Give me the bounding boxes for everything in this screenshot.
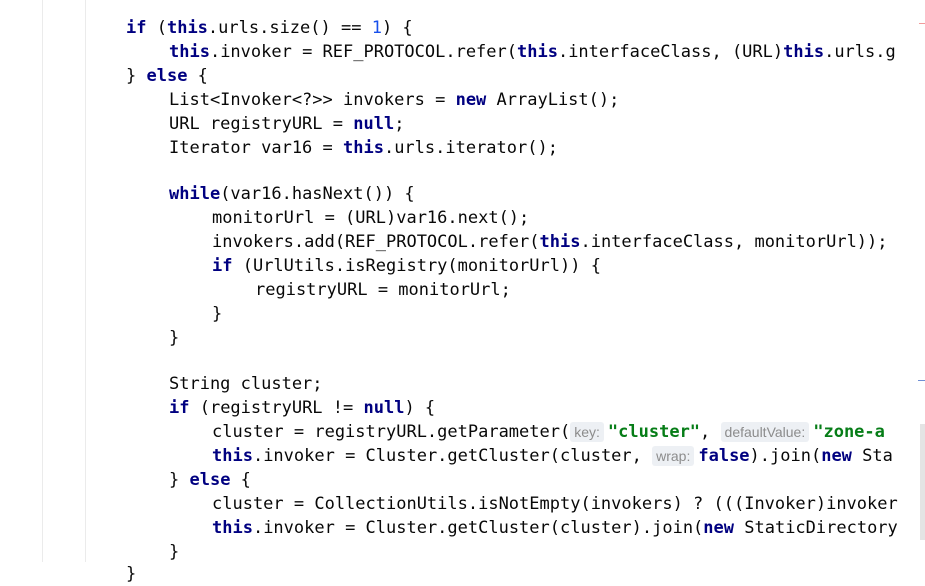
- code-line-4: List<Invoker<?>> invokers = new ArrayLis…: [169, 88, 619, 112]
- code-line-16: cluster = registryURL.getParameter(key: "…: [212, 420, 885, 444]
- code-line-6: Iterator var16 = this.urls.iterator();: [169, 136, 558, 160]
- code-text: (var16.hasNext()) {: [220, 184, 415, 204]
- keyword: this: [783, 42, 825, 62]
- keyword: if: [212, 256, 233, 276]
- code-text: .interfaceClass, (URL): [557, 42, 784, 62]
- code-text: (registryURL !=: [189, 398, 364, 418]
- code-text: Iterator var16 =: [169, 138, 343, 158]
- code-text: URL registryURL =: [169, 114, 354, 134]
- code-line-20: this.invoker = Cluster.getCluster(cluste…: [212, 516, 898, 540]
- code-text: .urls.iterator();: [383, 138, 558, 158]
- code-text: ,: [700, 422, 721, 442]
- code-text: ).join(: [749, 446, 822, 466]
- number-literal: 1: [371, 18, 382, 38]
- param-hint-key: key:: [570, 422, 604, 442]
- code-text: }: [169, 470, 190, 490]
- code-text: StaticDirectory: [734, 518, 898, 538]
- code-line-3: } else {: [126, 64, 208, 88]
- code-text: ;: [394, 114, 405, 134]
- code-text: monitorUrl = (URL)var16.next();: [212, 208, 530, 228]
- keyword: false: [698, 446, 750, 466]
- code-text: {: [187, 66, 208, 86]
- code-line-8: monitorUrl = (URL)var16.next();: [212, 206, 529, 230]
- param-hint-default: defaultValue:: [720, 422, 810, 442]
- code-editor[interactable]: if (this.urls.size() == 1) { this.invoke…: [0, 0, 925, 584]
- keyword: while: [169, 184, 221, 204]
- code-text: .urls.size() ==: [207, 18, 372, 38]
- keyword: new: [703, 518, 735, 538]
- code-text: ) {: [381, 18, 413, 38]
- code-line-2: this.invoker = REF_PROTOCOL.refer(this.i…: [169, 40, 896, 64]
- code-text: }: [126, 66, 147, 86]
- keyword: this: [212, 518, 253, 538]
- code-line-21: }: [169, 540, 179, 564]
- code-line-13: }: [169, 326, 179, 350]
- code-text: invokers.add(REF_PROTOCOL.refer(: [212, 232, 540, 252]
- code-text: Sta: [851, 446, 893, 466]
- code-text: List<Invoker<?>> invokers =: [169, 90, 456, 110]
- keyword: this: [343, 138, 384, 158]
- code-text: }: [212, 304, 223, 324]
- keyword: else: [189, 470, 231, 490]
- keyword: new: [821, 446, 852, 466]
- code-text: String cluster;: [169, 374, 323, 394]
- keyword: this: [166, 18, 208, 38]
- code-text: .invoker = REF_PROTOCOL.refer(: [209, 42, 517, 62]
- code-line-11: registryURL = monitorUrl;: [255, 278, 511, 302]
- code-text: ) {: [404, 398, 436, 418]
- keyword: this: [169, 42, 210, 62]
- code-text: (: [146, 18, 167, 38]
- keyword: new: [455, 90, 487, 110]
- code-line-15: if (registryURL != null) {: [169, 396, 435, 420]
- keyword: null: [353, 114, 395, 134]
- code-text: cluster = CollectionUtils.isNotEmpty(inv…: [212, 494, 898, 514]
- param-hint-wrap: wrap:: [652, 446, 695, 466]
- code-line-5: URL registryURL = null;: [169, 112, 404, 136]
- keyword: else: [146, 66, 188, 86]
- code-text: }: [169, 328, 180, 348]
- code-line-12: }: [212, 302, 222, 326]
- code-text: }: [169, 542, 180, 562]
- code-text: (UrlUtils.isRegistry(monitorUrl)) {: [232, 256, 601, 276]
- code-text: registryURL = monitorUrl;: [255, 280, 511, 300]
- code-line-19: cluster = CollectionUtils.isNotEmpty(inv…: [212, 492, 898, 516]
- code-text: ArrayList();: [486, 90, 620, 110]
- keyword: this: [539, 232, 581, 252]
- code-text: .urls.g: [824, 42, 896, 62]
- keyword: this: [212, 446, 253, 466]
- code-text: .invoker = Cluster.getCluster(cluster,: [252, 446, 653, 466]
- keyword: null: [363, 398, 405, 418]
- keyword: this: [517, 42, 558, 62]
- code-line-9: invokers.add(REF_PROTOCOL.refer(this.int…: [212, 230, 888, 254]
- string-literal: "cluster": [607, 422, 701, 442]
- code-line-17: this.invoker = Cluster.getCluster(cluste…: [212, 444, 893, 468]
- code-text: cluster = registryURL.getParameter(: [212, 422, 571, 442]
- code-line-10: if (UrlUtils.isRegistry(monitorUrl)) {: [212, 254, 601, 278]
- code-text: .invoker = Cluster.getCluster(cluster).j…: [252, 518, 704, 538]
- code-text: .interfaceClass, monitorUrl));: [580, 232, 888, 252]
- keyword: if: [169, 398, 190, 418]
- code-text: {: [230, 470, 251, 490]
- code-line-18: } else {: [169, 468, 251, 492]
- code-line-1: if (this.urls.size() == 1) {: [126, 16, 413, 40]
- code-line-7: while(var16.hasNext()) {: [169, 182, 415, 206]
- code-text: }: [126, 564, 137, 584]
- code-line-22: }: [126, 562, 136, 586]
- code-line-14: String cluster;: [169, 372, 323, 396]
- string-literal: "zone-a: [813, 422, 885, 442]
- keyword: if: [126, 18, 147, 38]
